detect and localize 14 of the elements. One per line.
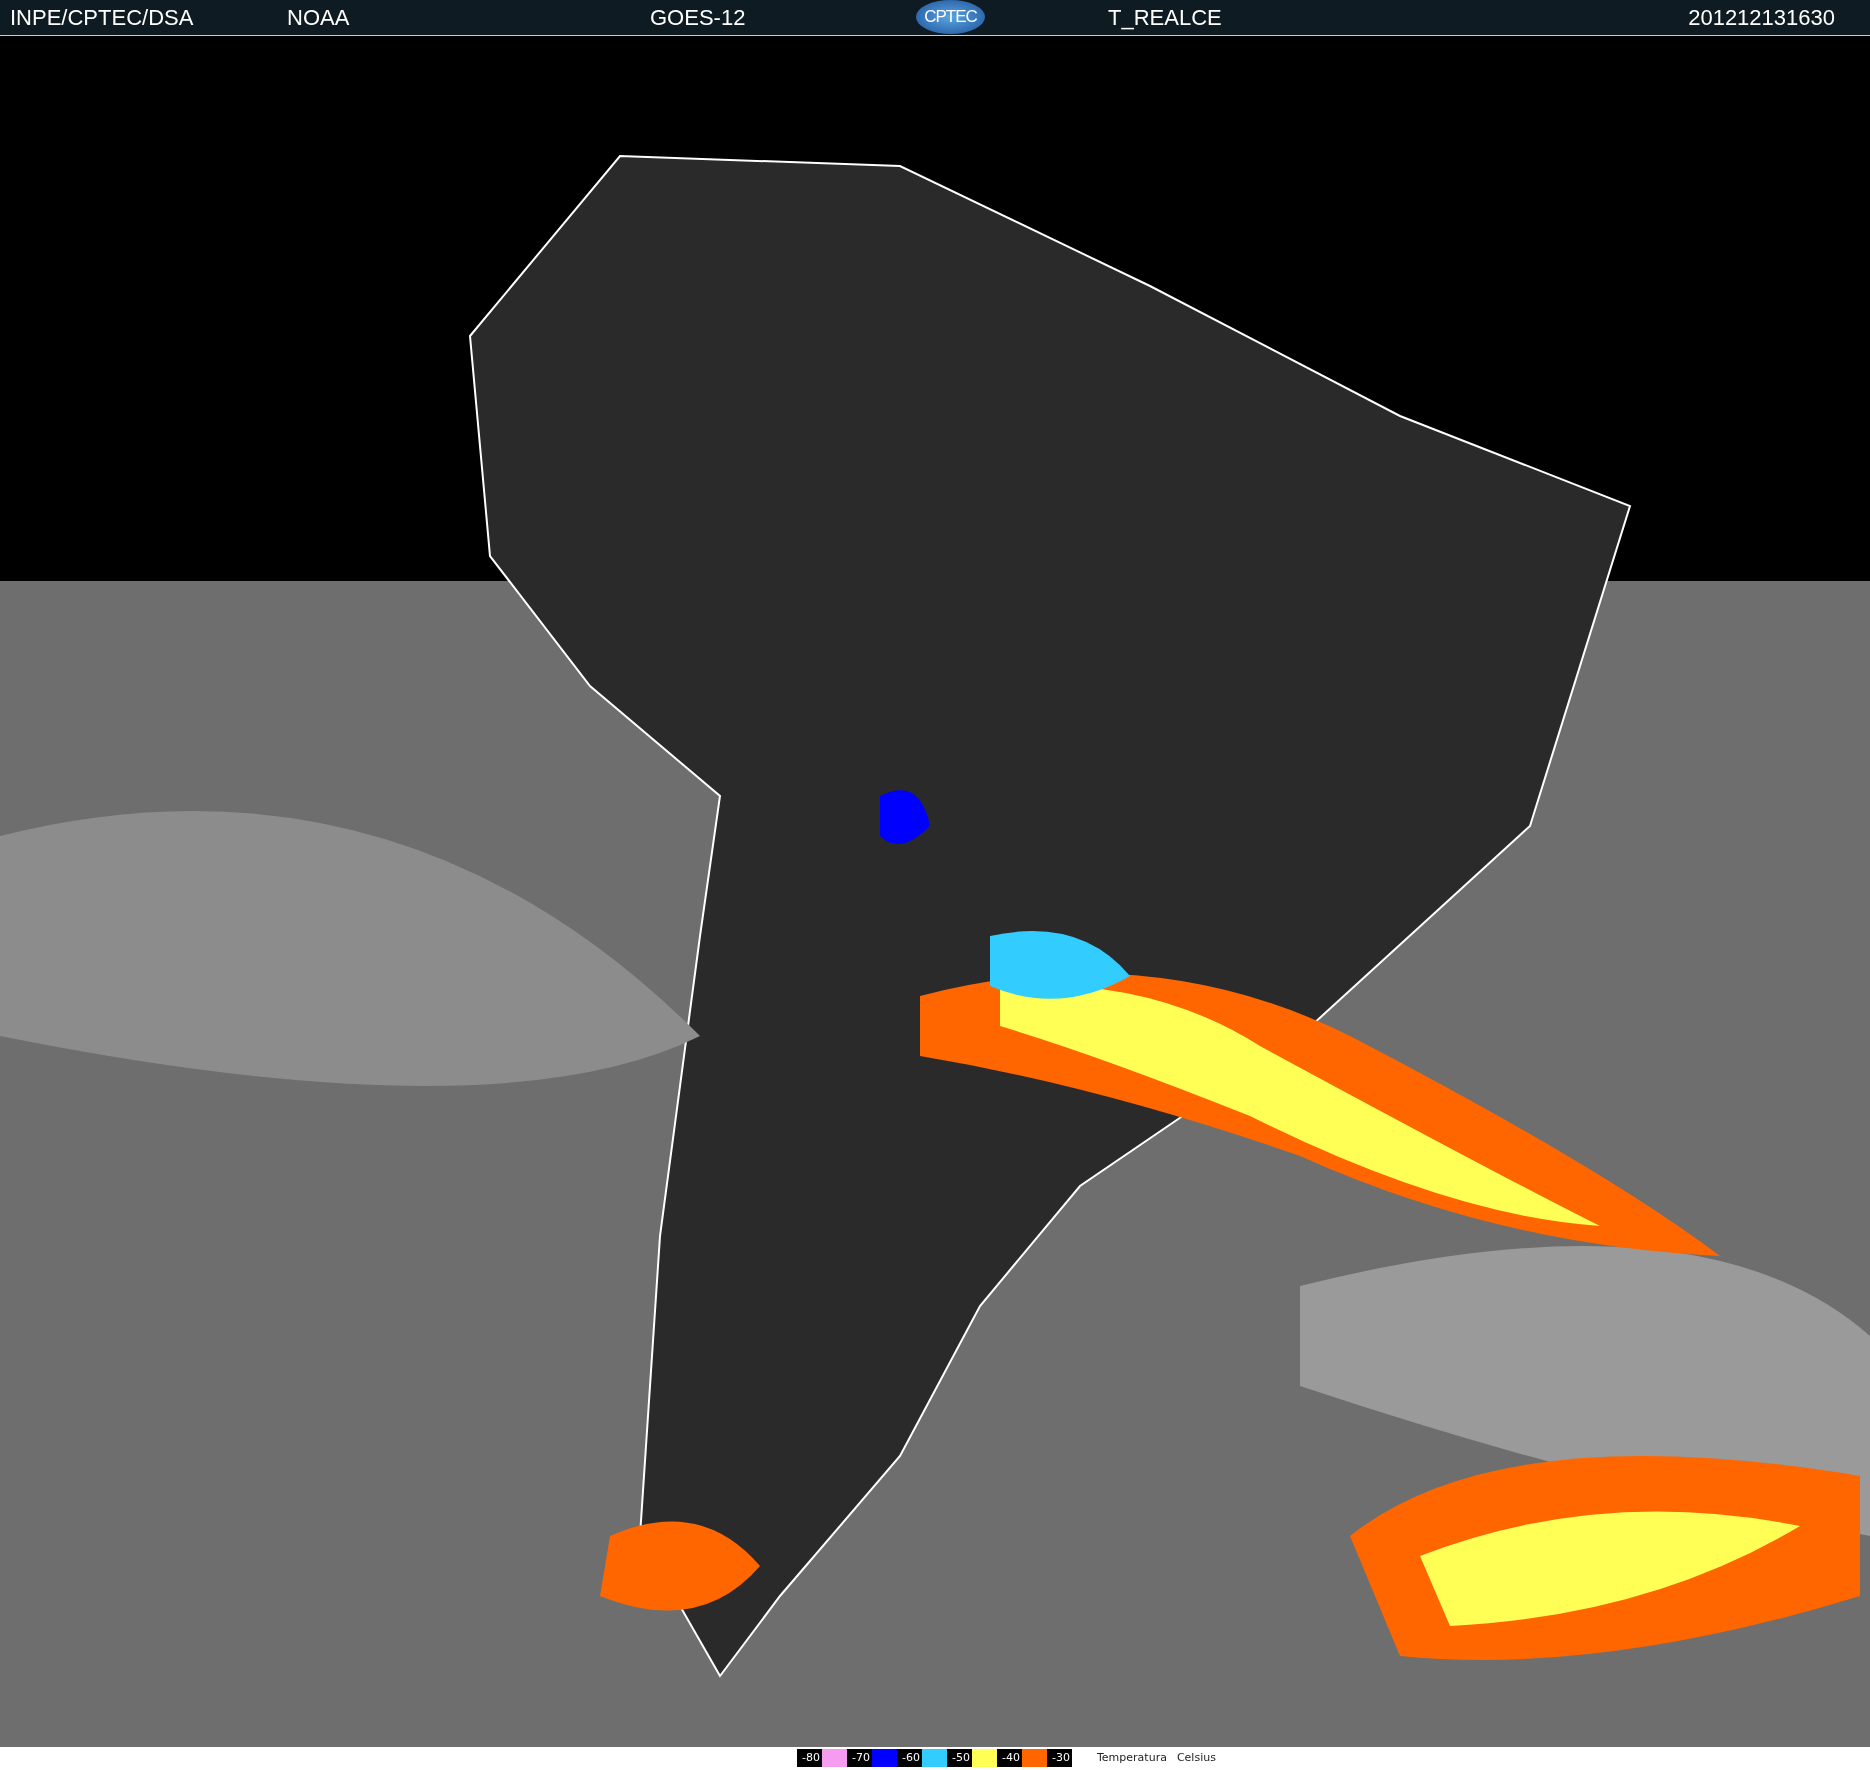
legend-label: -40 [997,1749,1022,1767]
header-label: INPE/CPTEC/DSA [10,5,194,31]
product-label: T_REALCE [1108,5,1222,31]
legend-label: -30 [1047,1749,1072,1767]
legend-label: -50 [947,1749,972,1767]
header-label: GOES-12 [650,5,746,31]
legend-label: -70 [847,1749,872,1767]
legend-label: -80 [797,1749,822,1767]
logo: CPTEC [916,0,985,34]
legend-label: -60 [897,1749,922,1767]
legend-unit: Celsius [1176,1749,1216,1766]
legend-title: Temperatura [1097,1749,1167,1766]
timestamp: 201212131630 [1688,5,1835,31]
header-label: NOAA [287,5,350,31]
